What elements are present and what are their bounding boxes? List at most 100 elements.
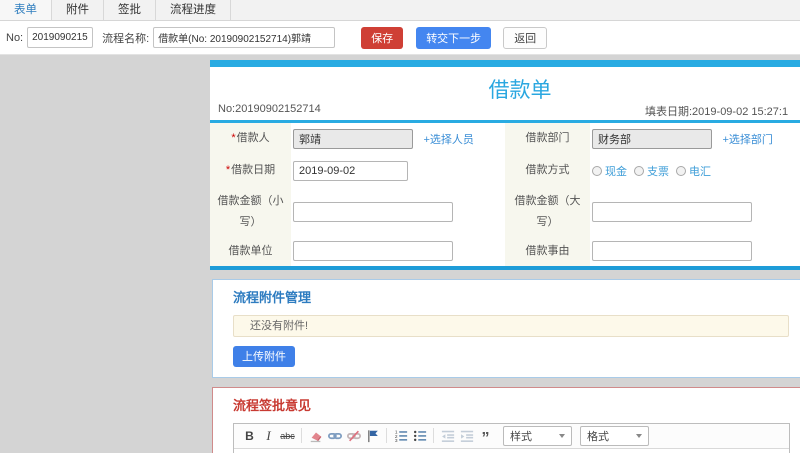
unit-value-cell <box>291 236 505 268</box>
format-dropdown[interactable]: 格式 <box>580 425 649 446</box>
svg-text:3: 3 <box>394 437 397 442</box>
loan-date-value-cell <box>291 154 505 187</box>
tab-approval[interactable]: 签批 <box>104 0 156 20</box>
next-step-button[interactable]: 转交下一步 <box>416 26 492 49</box>
borrower-value-cell: +选择人员 <box>291 121 505 155</box>
loan-date-input[interactable] <box>293 160 408 181</box>
chevron-down-icon <box>559 433 565 438</box>
remove-format-button[interactable] <box>307 427 324 445</box>
numbered-list-icon: 123 <box>394 429 407 443</box>
process-name-label: 流程名称: <box>102 32 150 45</box>
select-person-link[interactable]: +选择人员 <box>423 134 473 146</box>
italic-button[interactable]: I <box>260 427 277 445</box>
tab-form[interactable]: 表单 <box>0 0 52 20</box>
loan-form-table: *借款人 +选择人员 借款部门 +选择部门 <box>210 120 800 270</box>
chevron-down-icon <box>636 433 642 438</box>
toolbar-separator <box>301 428 302 443</box>
approval-title: 流程签批意见 <box>233 397 312 413</box>
upload-attachment-button[interactable]: 上传附件 <box>233 345 295 367</box>
amount-lower-label: 借款金额（小写） <box>217 194 284 228</box>
strikethrough-button[interactable]: abc <box>279 427 296 445</box>
format-dropdown-label: 格式 <box>587 430 609 443</box>
indent-button[interactable] <box>458 427 475 445</box>
outdent-icon <box>441 430 454 442</box>
department-label: 借款部门 <box>525 132 570 145</box>
save-button[interactable]: 保存 <box>361 26 404 49</box>
bulleted-list-icon <box>413 430 426 441</box>
department-label-cell: 借款部门 <box>505 121 590 155</box>
eraser-icon <box>310 432 321 442</box>
department-input[interactable] <box>592 128 712 149</box>
radio-circle-icon <box>592 165 602 176</box>
editor-content-area[interactable] <box>234 448 789 453</box>
amount-lower-value-cell <box>291 186 505 237</box>
numbered-list-button[interactable]: 123 <box>392 427 409 445</box>
borrower-label: 借款人 <box>236 132 270 145</box>
loan-form-card: 借款单 No:20190902152714 填表日期:2019-09-02 15… <box>210 60 800 270</box>
bold-button[interactable]: B <box>241 427 258 445</box>
radio-cash-label: 现金 <box>605 165 627 178</box>
header-accent-bar <box>210 60 800 67</box>
anchor-flag-button[interactable] <box>364 427 381 445</box>
radio-cheque-label: 支票 <box>647 165 669 178</box>
reason-label: 借款事由 <box>525 244 570 257</box>
radio-wire-transfer-label: 电汇 <box>689 165 711 178</box>
flag-icon <box>367 429 378 442</box>
form-fill-date: 填表日期:2019-09-02 15:27:1 <box>645 106 789 118</box>
amount-upper-input[interactable] <box>592 201 752 222</box>
form-no-text: No:20190902152714 <box>218 103 321 115</box>
tab-attachments[interactable]: 附件 <box>52 0 104 20</box>
approval-card: 流程签批意见 B I abc 1 2 3 ” 样式 格式 <box>212 386 800 453</box>
unlink-button[interactable] <box>345 427 362 445</box>
borrower-input[interactable] <box>293 128 413 149</box>
method-label: 借款方式 <box>525 164 570 176</box>
outdent-button[interactable] <box>439 427 456 445</box>
attachments-title: 流程附件管理 <box>233 289 312 305</box>
toolbar-separator <box>433 428 434 443</box>
loan-method-radio-group: 现金 支票 电汇 <box>592 163 800 179</box>
page-background: 借款单 No:20190902152714 填表日期:2019-09-02 15… <box>0 55 800 453</box>
unit-label-cell: 借款单位 <box>210 236 291 268</box>
amount-upper-value-cell <box>590 186 800 237</box>
loan-date-label: 借款日期 <box>231 164 276 176</box>
attachments-card: 流程附件管理 还没有附件! 上传附件 <box>212 278 800 378</box>
unit-input[interactable] <box>293 241 453 261</box>
reason-input[interactable] <box>592 241 752 261</box>
indent-icon <box>460 430 473 442</box>
radio-wire-transfer[interactable]: 电汇 <box>676 163 711 179</box>
no-attachments-message: 还没有附件! <box>233 314 789 337</box>
styles-dropdown[interactable]: 样式 <box>503 425 572 446</box>
process-name-input[interactable] <box>153 27 336 48</box>
blockquote-button[interactable]: ” <box>477 427 494 446</box>
reason-value-cell <box>590 236 800 268</box>
loan-date-label-cell: *借款日期 <box>210 154 291 187</box>
link-icon <box>327 432 342 439</box>
toolbar-separator <box>386 428 387 443</box>
styles-dropdown-label: 样式 <box>510 430 532 443</box>
borrower-label-cell: *借款人 <box>210 121 291 155</box>
radio-cheque[interactable]: 支票 <box>634 163 669 179</box>
radio-cash[interactable]: 现金 <box>592 163 627 179</box>
required-mark: * <box>225 164 231 176</box>
toolbar: No: 流程名称: 保存 转交下一步 返回 <box>0 21 800 55</box>
select-department-link[interactable]: +选择部门 <box>722 134 772 146</box>
bulleted-list-button[interactable] <box>411 427 428 445</box>
amount-lower-label-cell: 借款金额（小写） <box>210 186 291 237</box>
no-input[interactable] <box>27 27 94 48</box>
radio-circle-icon <box>676 165 686 176</box>
amount-upper-label-cell: 借款金额（大写） <box>505 186 590 237</box>
link-button[interactable] <box>326 427 343 445</box>
amount-lower-input[interactable] <box>293 201 453 222</box>
editor-toolbar: B I abc 1 2 3 ” 样式 格式 <box>234 423 789 449</box>
unlink-icon <box>346 430 361 441</box>
back-button[interactable]: 返回 <box>503 26 548 49</box>
method-label-cell: 借款方式 <box>505 154 590 187</box>
department-value-cell: +选择部门 <box>590 121 800 155</box>
unit-label: 借款单位 <box>228 244 273 257</box>
rich-text-editor: B I abc 1 2 3 ” 样式 格式 <box>233 422 790 453</box>
tab-process-progress[interactable]: 流程进度 <box>156 0 231 20</box>
reason-label-cell: 借款事由 <box>505 236 590 268</box>
form-title: 借款单 <box>488 79 552 102</box>
radio-circle-icon <box>634 165 644 176</box>
required-mark: * <box>231 132 236 145</box>
